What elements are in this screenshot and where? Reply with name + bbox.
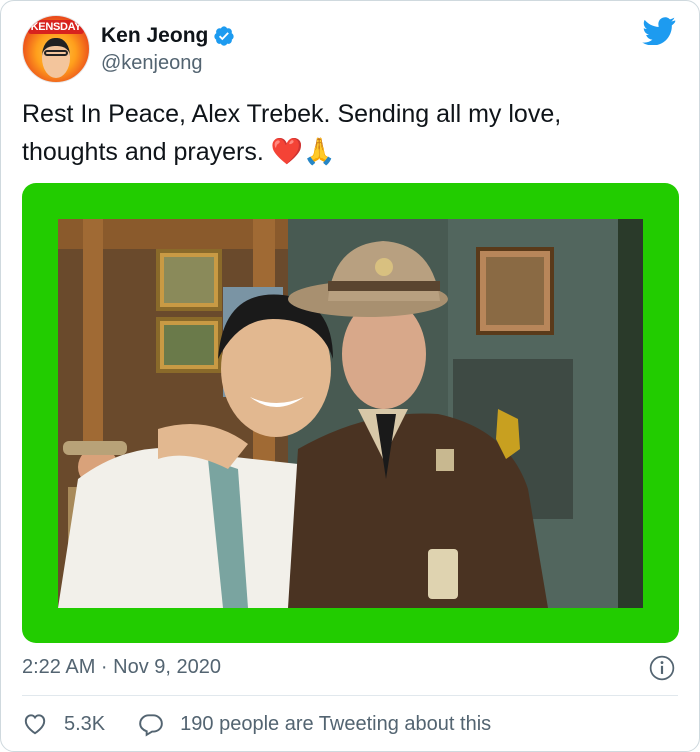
pray-emoji: 🙏 [303,136,336,166]
divider [22,695,678,696]
avatar[interactable]: KENSDAY [22,15,90,83]
avatar-banner-text: KENSDAY [28,20,84,34]
like-action[interactable]: 5.3K [22,711,105,737]
display-name[interactable]: Ken Jeong [101,24,208,48]
tweet-actions: 5.3K 190 people are Tweeting about this [22,711,491,737]
reply-icon[interactable] [138,711,164,737]
author-names: Ken Jeong @kenjeong [101,24,235,75]
tweet-card[interactable]: KENSDAY Ken Jeong @kenjeong Rest In Peac… [0,0,700,752]
info-icon[interactable] [649,655,675,681]
display-name-row: Ken Jeong [101,24,235,48]
tweet-timestamp[interactable]: 2:22 AM · Nov 9, 2020 [22,656,221,679]
handle[interactable]: @kenjeong [101,52,235,75]
avatar-glasses [44,50,68,56]
photo-illustration [58,219,643,608]
tweet-text: Rest In Peace, Alex Trebek. Sending all … [22,96,662,171]
avatar-face [42,38,70,78]
reply-text[interactable]: 190 people are Tweeting about this [180,713,491,736]
like-count: 5.3K [64,712,106,735]
heart-icon[interactable] [22,711,48,737]
verified-icon [214,25,234,46]
twitter-bird-icon[interactable] [642,17,676,45]
tweet-header: KENSDAY Ken Jeong @kenjeong [22,15,235,83]
reply-action[interactable]: 190 people are Tweeting about this [138,711,491,737]
media-frame[interactable] [22,183,679,643]
tweet-photo[interactable] [58,219,643,608]
heart-emoji: ❤️ [270,136,304,166]
